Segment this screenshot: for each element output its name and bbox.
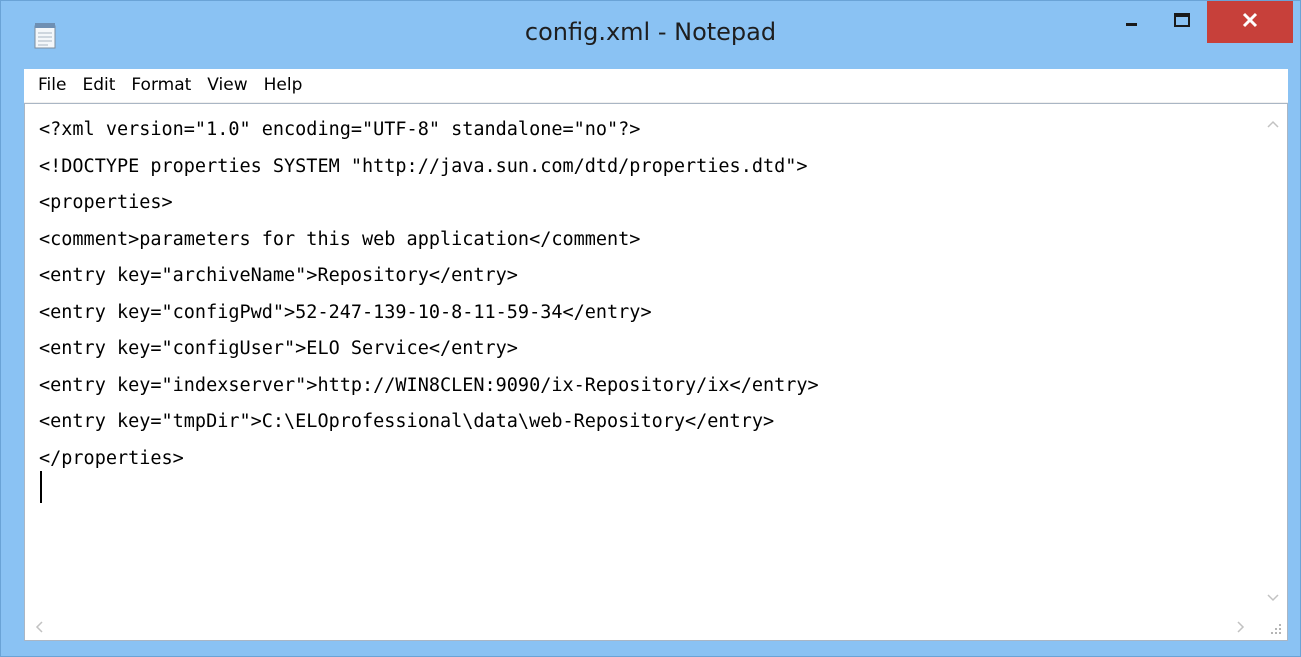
menu-help[interactable]: Help [256, 69, 311, 102]
close-icon [1242, 12, 1258, 32]
text-line: <comment>parameters for this web applica… [39, 228, 641, 250]
text-editor[interactable]: <?xml version="1.0" encoding="UTF-8" sta… [24, 103, 1288, 641]
maximize-icon [1174, 12, 1190, 31]
notepad-window: config.xml - Notepad File Edit Format Vi… [0, 0, 1301, 657]
minimize-button[interactable] [1107, 1, 1157, 41]
window-title: config.xml - Notepad [524, 18, 777, 46]
text-line: </properties> [39, 447, 184, 469]
vertical-scrollbar[interactable] [1259, 104, 1287, 613]
menu-view[interactable]: View [199, 69, 255, 102]
resize-grip-icon[interactable] [1261, 614, 1285, 638]
close-button[interactable] [1207, 1, 1293, 43]
minimize-icon [1125, 12, 1139, 31]
text-line: <!DOCTYPE properties SYSTEM "http://java… [39, 155, 808, 177]
title-bar[interactable]: config.xml - Notepad [1, 1, 1300, 69]
menu-format[interactable]: Format [123, 69, 199, 102]
chevron-right-icon[interactable] [1237, 621, 1245, 637]
text-line: <entry key="tmpDir">C:\ELOprofessional\d… [39, 411, 775, 432]
horizontal-scrollbar[interactable] [25, 612, 1259, 640]
text-line: <entry key="indexserver">http://WIN8CLEN… [39, 374, 819, 396]
text-caret [40, 471, 42, 503]
text-line: <?xml version="1.0" encoding="UTF-8" sta… [39, 119, 641, 140]
chevron-up-icon[interactable] [1267, 116, 1279, 132]
menu-bar: File Edit Format View Help [24, 69, 1288, 103]
chevron-left-icon[interactable] [35, 621, 43, 637]
text-line: <entry key="configPwd">52-247-139-10-8-1… [39, 301, 652, 323]
text-line: <entry key="archiveName">Repository</ent… [39, 265, 518, 286]
maximize-button[interactable] [1157, 1, 1207, 41]
menu-edit[interactable]: Edit [74, 69, 123, 102]
chevron-down-icon[interactable] [1267, 590, 1279, 606]
menu-file[interactable]: File [24, 69, 74, 102]
editor-content[interactable]: <?xml version="1.0" encoding="UTF-8" sta… [39, 112, 819, 477]
text-line: <entry key="configUser">ELO Service</ent… [39, 338, 518, 359]
text-line: <properties> [39, 192, 173, 213]
